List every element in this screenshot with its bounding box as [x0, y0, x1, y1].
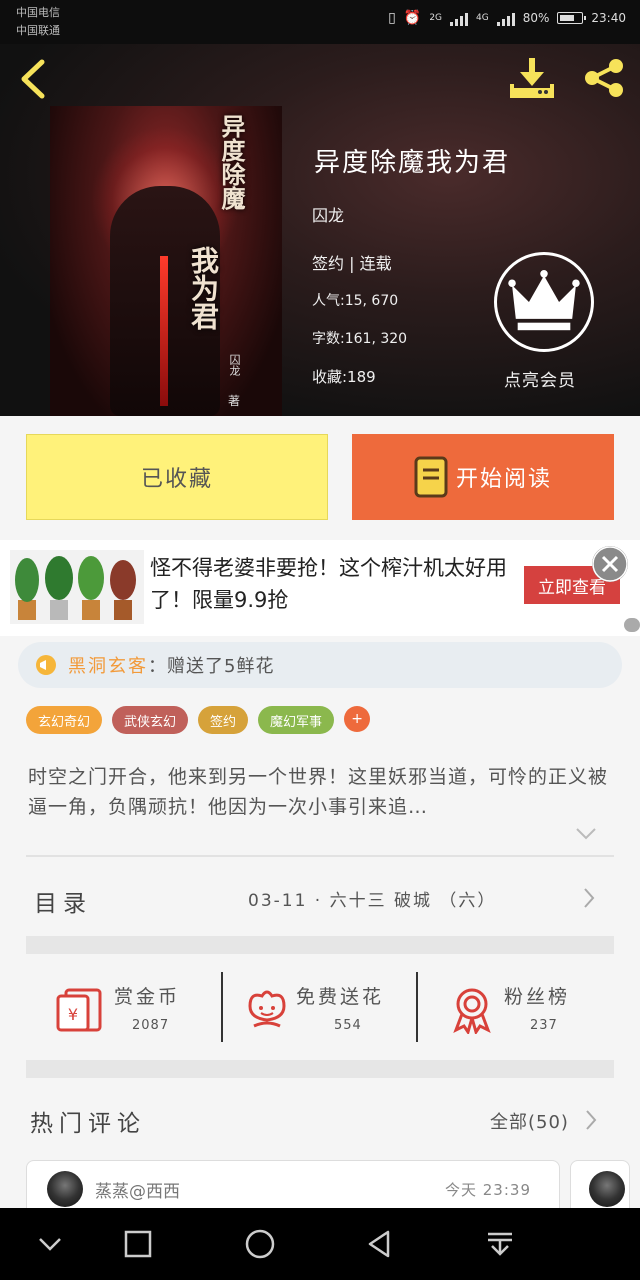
medal-icon [453, 988, 491, 1034]
stat-value: 554 [334, 1018, 362, 1033]
network-2g: 2G [429, 13, 443, 23]
book-cover: 异度除魔 我为君 囚龙 著 [50, 106, 282, 416]
system-nav-bar [0, 1208, 640, 1280]
comment-user[interactable]: 蒸蒸@西西 [95, 1177, 180, 1202]
recents-icon[interactable] [120, 1226, 156, 1262]
ad-text: 怪不得老婆非要抢！这个榨汁机太好用了！限量9.9抢 [150, 556, 507, 612]
notification-pull-icon[interactable] [482, 1226, 518, 1262]
book-icon [414, 456, 448, 498]
stat-divider [221, 972, 223, 1042]
tag-list: 玄幻奇幻 武侠玄幻 签约 魔幻军事 + [26, 706, 371, 734]
action-bar: 已收藏 开始阅读 [0, 416, 640, 540]
home-icon[interactable] [242, 1226, 278, 1262]
section-separator [26, 936, 614, 954]
start-reading-button[interactable]: 开始阅读 [352, 434, 614, 520]
vip-label[interactable]: 点亮会员 [504, 366, 576, 391]
alarm-icon: ⏰ [403, 10, 422, 26]
ad-banner[interactable]: 怪不得老婆非要抢！这个榨汁机太好用了！限量9.9抢 立即查看 [0, 540, 640, 636]
cover-title-2: 我为君 [187, 246, 220, 330]
avatar[interactable] [47, 1171, 83, 1207]
reward-coins[interactable]: ¥ 赏金币 2087 [56, 978, 216, 1042]
cover-title-1: 异度除魔 [217, 114, 246, 210]
status-bar: 中国电信 中国联通 ▯ ⏰ 2G 4G 80% 23:40 [0, 0, 640, 44]
chevron-right-icon[interactable] [584, 1108, 598, 1132]
tag-item[interactable]: 签约 [198, 706, 249, 734]
gift-notice: 黑洞玄客 ：赠送了5鲜花 [18, 642, 622, 688]
start-reading-label: 开始阅读 [455, 467, 552, 492]
clock: 23:40 [591, 11, 626, 25]
megaphone-icon [36, 655, 56, 675]
tag-item[interactable]: 魔幻军事 [258, 706, 335, 734]
back-arrow-icon[interactable] [16, 58, 52, 100]
collect-button[interactable]: 已收藏 [26, 434, 328, 520]
book-popularity: 人气:15, 670 [312, 293, 399, 309]
vip-button[interactable] [494, 252, 594, 352]
stat-value: 2087 [132, 1018, 170, 1033]
carrier-2: 中国联通 [16, 24, 60, 37]
tag-item[interactable]: 玄幻奇幻 [26, 706, 103, 734]
book-status: 签约 | 连载 [312, 254, 392, 273]
battery-percent: 80% [522, 11, 550, 25]
divider [26, 855, 614, 857]
stat-value: 237 [530, 1018, 558, 1033]
ad-mark-icon [624, 618, 640, 632]
signal-icon-1 [450, 10, 469, 26]
signal-icon-2 [496, 10, 515, 26]
all-comments-link[interactable]: 全部(50) [490, 1108, 569, 1134]
carrier-1: 中国电信 [16, 6, 60, 19]
share-icon[interactable] [580, 56, 628, 100]
catalog-latest-chapter[interactable]: 03-11 · 六十三 破城 （六） [248, 886, 496, 911]
free-flowers[interactable]: 免费送花 554 [242, 978, 412, 1042]
back-icon[interactable] [362, 1226, 398, 1262]
cover-author: 囚龙 [228, 354, 241, 376]
stat-label: 免费送花 [296, 986, 385, 1008]
hot-comments-label: 热门评论 [30, 1111, 146, 1137]
stat-label: 赏金币 [114, 986, 181, 1008]
cover-mark: 著 [228, 394, 241, 408]
fan-ranking[interactable]: 粉丝榜 237 [450, 978, 600, 1042]
network-4g: 4G [476, 13, 489, 23]
status-icons: ▯ ⏰ 2G 4G 80% 23:40 [388, 10, 626, 26]
catalog-label[interactable]: 目录 [34, 884, 92, 918]
book-header: 异度除魔 我为君 囚龙 著 异度除魔我为君 囚龙 签约 | 连载 人气:15, … [0, 44, 640, 416]
book-author[interactable]: 囚龙 [312, 202, 344, 226]
chevron-right-icon[interactable] [582, 886, 596, 910]
ad-close-icon[interactable] [592, 546, 628, 582]
book-description[interactable]: 时空之门开合，他来到另一个世界！这里妖邪当道，可怜的正义被逼一角，负隅顽抗！他因… [28, 762, 618, 822]
download-icon[interactable] [508, 56, 556, 100]
gift-user[interactable]: 黑洞玄客 [68, 652, 148, 678]
section-separator [26, 1060, 614, 1078]
battery-icon [557, 12, 587, 24]
avatar[interactable] [589, 1171, 625, 1207]
tag-item[interactable]: 武侠玄幻 [112, 706, 189, 734]
red-envelope-icon: ¥ [56, 988, 102, 1032]
crown-icon [508, 270, 580, 331]
stat-label: 粉丝榜 [504, 986, 571, 1008]
book-word-count: 字数:161, 320 [312, 331, 408, 347]
book-title: 异度除魔我为君 [314, 148, 511, 178]
comment-time: 今天 23:39 [445, 1181, 531, 1199]
ad-image [10, 550, 144, 624]
chevron-down-icon[interactable] [574, 826, 598, 842]
stat-divider [416, 972, 418, 1042]
chevron-down-icon[interactable] [32, 1226, 68, 1262]
gift-message: ：赠送了5鲜花 [148, 656, 275, 677]
svg-text:¥: ¥ [68, 1005, 78, 1024]
flower-icon [248, 990, 286, 1028]
book-favorites: 收藏:189 [312, 368, 376, 386]
vibrate-icon: ▯ [388, 10, 396, 26]
tag-more-button[interactable]: + [344, 706, 371, 732]
